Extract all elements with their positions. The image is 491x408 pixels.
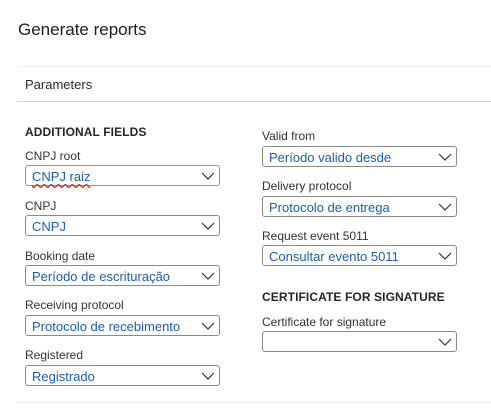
booking-date-value: Período de escrituração	[32, 269, 171, 284]
section-title: Parameters	[25, 77, 93, 92]
booking-date-dropdown[interactable]: Período de escrituração	[25, 265, 220, 286]
request-event-value: Consultar evento 5011	[269, 249, 399, 264]
chevron-down-icon	[438, 203, 452, 211]
cnpj-dropdown[interactable]: CNPJ	[25, 215, 220, 236]
receiving-protocol-label: Receiving protocol	[25, 298, 124, 312]
parameters-section-header[interactable]: Parameters	[17, 66, 491, 102]
cnpj-value: CNPJ	[32, 219, 66, 234]
cnpj-root-label: CNPJ root	[25, 149, 81, 163]
registered-dropdown[interactable]: Registrado	[25, 365, 220, 386]
cnpj-label: CNPJ	[25, 199, 57, 213]
cnpj-root-dropdown[interactable]: CNPJ raiz	[25, 165, 220, 186]
chevron-down-icon	[201, 372, 215, 380]
delivery-protocol-dropdown[interactable]: Protocolo de entrega	[262, 196, 457, 217]
cnpj-root-value: CNPJ raiz	[32, 169, 91, 184]
page-title: Generate reports	[18, 20, 147, 39]
delivery-protocol-label: Delivery protocol	[262, 179, 352, 193]
certificate-heading: CERTIFICATE FOR SIGNATURE	[262, 290, 445, 304]
registered-value: Registrado	[32, 369, 95, 384]
registered-label: Registered	[25, 348, 84, 362]
request-event-dropdown[interactable]: Consultar evento 5011	[262, 245, 457, 266]
chevron-down-icon	[201, 322, 215, 330]
valid-from-value: Período valido desde	[269, 150, 392, 165]
additional-fields-heading: ADDITIONAL FIELDS	[25, 125, 147, 139]
delivery-protocol-value: Protocolo de entrega	[269, 200, 390, 215]
chevron-down-icon	[201, 272, 215, 280]
chevron-down-icon	[201, 172, 215, 180]
valid-from-dropdown[interactable]: Período valido desde	[262, 146, 457, 167]
bottom-divider	[17, 402, 491, 403]
valid-from-label: Valid from	[262, 129, 316, 143]
chevron-down-icon	[438, 338, 452, 346]
certificate-label: Certificate for signature	[262, 315, 387, 329]
chevron-down-icon	[201, 222, 215, 230]
chevron-down-icon	[438, 252, 452, 260]
booking-date-label: Booking date	[25, 249, 96, 263]
request-event-label: Request event 5011	[262, 229, 369, 243]
chevron-down-icon	[438, 153, 452, 161]
receiving-protocol-dropdown[interactable]: Protocolo de recebimento	[25, 315, 220, 336]
receiving-protocol-value: Protocolo de recebimento	[32, 319, 181, 334]
certificate-dropdown[interactable]	[262, 331, 457, 352]
